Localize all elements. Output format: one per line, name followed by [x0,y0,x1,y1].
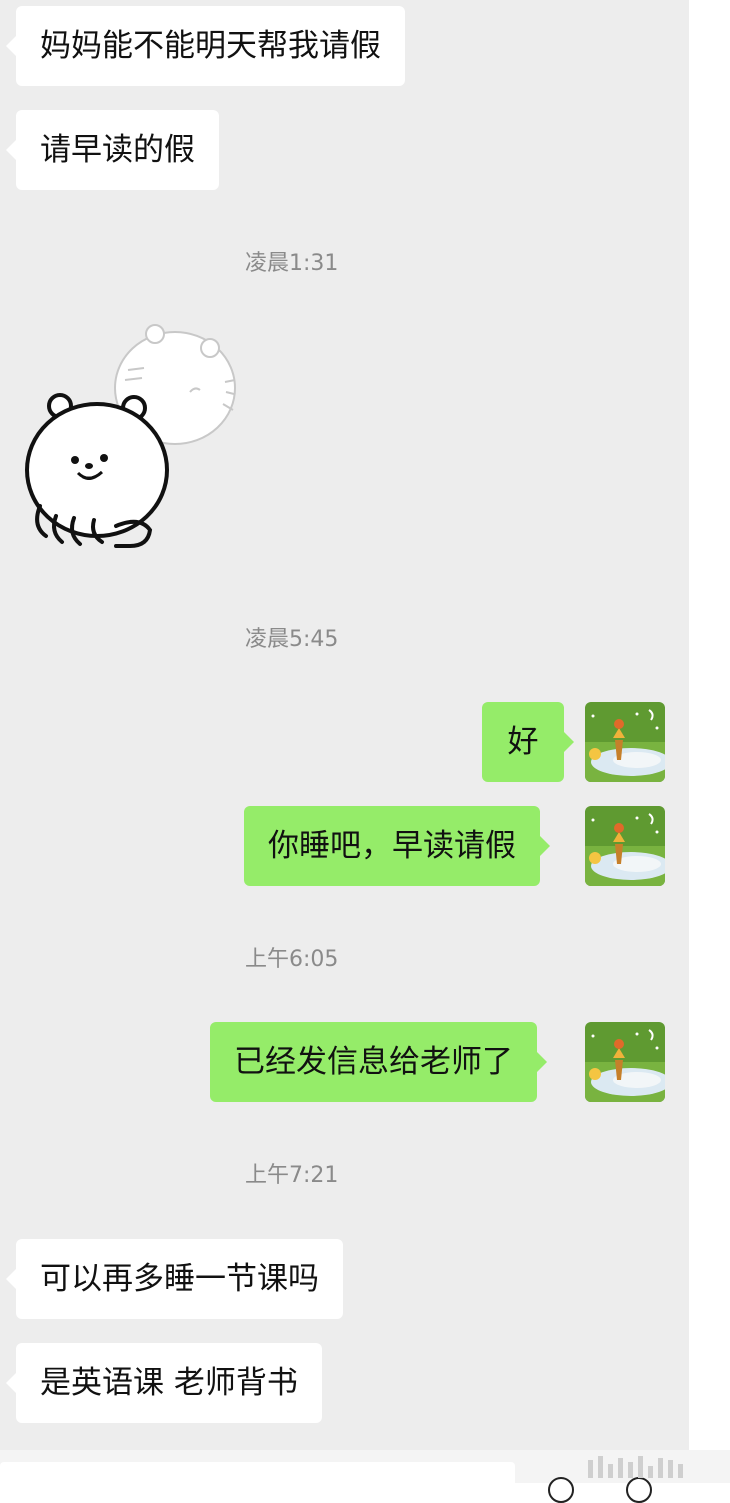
message-bubble-received[interactable]: 是英语课 老师背书 [6,1343,322,1423]
message-input[interactable] [0,1462,515,1483]
message-bubble-received[interactable]: 请早读的假 [6,110,219,190]
user-avatar-icon[interactable] [585,806,665,886]
screen-edge [689,0,730,1483]
user-avatar-icon[interactable] [585,702,665,782]
user-avatar-icon[interactable] [585,1022,665,1102]
bottom-toolbar [0,1450,730,1503]
message-timestamp: 凌晨5:45 [245,627,339,652]
message-bubble-received[interactable]: 妈妈能不能明天帮我请假 [6,6,405,86]
message-bubble-sent[interactable]: 已经发信息给老师了 [210,1022,547,1102]
voice-icon[interactable] [548,1477,574,1503]
message-bubble-sent[interactable]: 好 [482,702,574,782]
message-bubble-received[interactable]: 可以再多睡一节课吗 [6,1239,343,1319]
message-timestamp: 上午6:05 [245,947,339,972]
message-timestamp: 凌晨1:31 [245,251,339,276]
watermark-bars [588,1456,720,1478]
message-text: 已经发信息给老师了 [234,1044,513,1080]
chat-message-list[interactable]: 妈妈能不能明天帮我请假 请早读的假 凌晨1:31 凌晨5:45 好 你睡吧，早读… [0,0,689,1450]
message-text: 你睡吧，早读请假 [268,828,516,864]
bear-sticker-icon[interactable] [20,320,250,565]
message-text: 请早读的假 [40,132,195,168]
message-bubble-sent[interactable]: 你睡吧，早读请假 [244,806,550,886]
message-text: 是英语课 老师背书 [40,1365,298,1401]
message-text: 妈妈能不能明天帮我请假 [40,28,381,64]
emoji-icon[interactable] [626,1477,652,1503]
message-text: 可以再多睡一节课吗 [40,1261,319,1297]
message-text: 好 [507,724,539,760]
message-timestamp: 上午7:21 [245,1163,339,1188]
